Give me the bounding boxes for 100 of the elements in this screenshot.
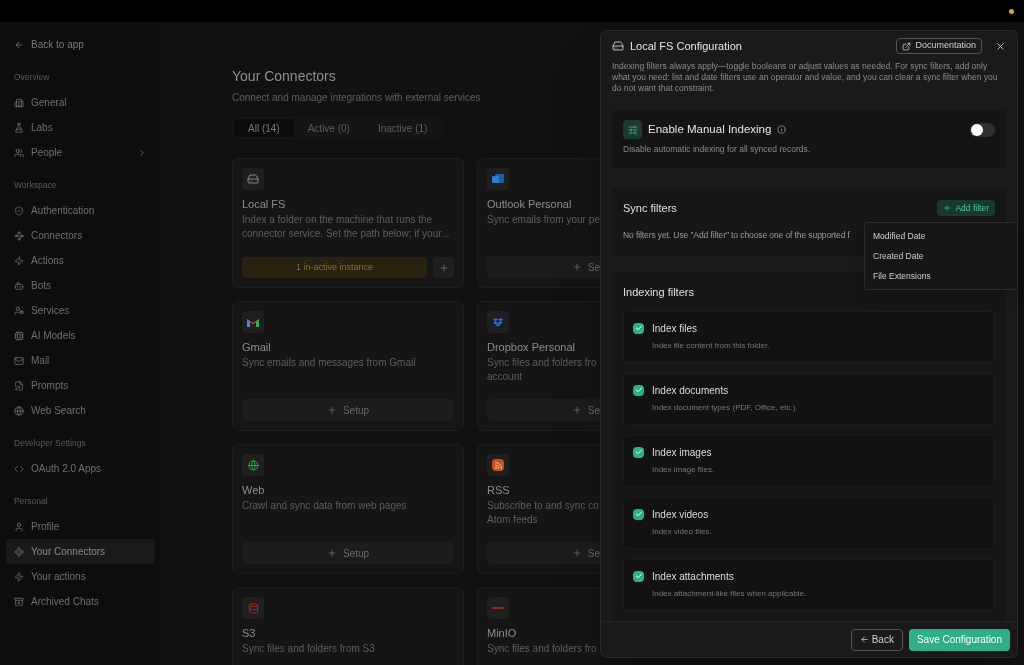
nav-icon [14,147,24,158]
connector-name: RSS [487,483,511,497]
nav-item[interactable]: Connectors [6,223,155,248]
setup-button[interactable]: Setup [242,399,454,421]
dialog-description: Indexing filters always apply—toggle booleans or adjust values as needed. For sync filters, add only what you need: list and date filters use an operator and value, and you can clear a sync filter when you do not want that constraint. [612,61,999,94]
setting-title: Enable Manual Indexing [648,121,772,137]
back-button[interactable]: Back [850,628,903,651]
nav-icon [14,546,24,557]
checkbox[interactable] [633,384,644,396]
nav-item[interactable]: Profile [6,514,155,539]
nav-item[interactable]: Prompts [6,373,155,398]
menu-item[interactable]: File Extensions [865,266,1017,286]
connector-name: Local FS [242,197,287,211]
nav-item[interactable]: Archived Chats [6,589,155,614]
connector-name: Gmail [242,340,272,354]
nav-item[interactable]: Bots [6,273,155,298]
info-icon [777,125,787,134]
section-heading: Developer Settings [13,437,87,451]
instance-status[interactable]: 1 in-active instance [242,257,427,278]
checkbox[interactable] [633,508,644,520]
nav-item[interactable]: General [6,90,155,115]
checkbox[interactable] [633,322,644,334]
box-icon [493,317,503,327]
connector-card[interactable]: MinIO Sync files and folders fro [477,587,600,665]
nav-icon [14,305,24,316]
filter-tab[interactable]: All (14) [234,119,294,137]
section-heading: Workspace [13,179,58,193]
option-description: Index image files. [652,463,716,476]
nav-item[interactable]: Your Connectors [6,539,155,564]
nav-icon [14,205,24,216]
plus-icon [326,548,337,558]
connector-card[interactable]: Local FS Index a folder on the machine that runs the connector service. Set the path below; if your... 1 in-active instance [232,158,464,288]
documentation-button[interactable]: Documentation [896,38,982,54]
nav-icon [14,230,24,241]
envelope-icon [247,317,259,327]
filter-tab[interactable]: Active (0) [293,119,364,137]
section-heading: Personal [13,495,49,509]
option-description: Index attachment-like files when applicable. [652,587,808,600]
option-label: Index documents [652,383,729,398]
page-subtitle: Connect and manage integrations with external services [232,91,482,105]
checkbox[interactable] [633,446,644,458]
save-button[interactable]: Save Configuration [908,628,1010,651]
nav-icon [14,380,24,391]
connector-description: connector service. Set the path below; if your... [242,227,451,241]
menu-item[interactable]: Modified Date [865,226,1017,246]
section-heading: Overview [13,71,51,85]
connector-description: account [487,370,524,384]
external-link-icon [902,41,912,51]
drive-icon [612,40,624,52]
menu-item[interactable]: Created Date [865,246,1017,266]
nav-item[interactable]: Labs [6,115,155,140]
nav-item[interactable]: Web Search [6,398,155,423]
add-filter-button[interactable]: Add filter [937,200,995,217]
connector-name: MinIO [487,626,518,640]
connector-description: Sync emails and messages from Gmail [242,356,417,370]
nav-icon [14,255,24,266]
option-label: Index images [652,445,712,460]
nav-item[interactable]: AI Models [6,323,155,348]
setup-button[interactable]: Se [487,399,600,421]
nav-item[interactable]: Your actions [6,564,155,589]
connector-card[interactable]: RSS Subscribe to and sync co Atom feeds Se [477,444,600,574]
nav-item[interactable]: OAuth 2.0 Apps [6,456,155,481]
empty-filters-text: No filters yet. Use "Add filter" to choose one of the supported f [623,228,850,242]
connector-card[interactable]: Web Crawl and sync data from web pages Setup [232,444,464,574]
connector-card[interactable]: S3 Sync files and folders from S3 [232,587,464,665]
connector-description: Atom feeds [487,513,539,527]
drive-icon [247,173,259,185]
nav-icon [14,122,24,133]
plus-icon [326,405,337,415]
mail-app-icon [492,174,504,184]
nav-item[interactable]: Actions [6,248,155,273]
checkbox[interactable] [633,570,644,582]
filter-tab[interactable]: Inactive (1) [363,119,442,137]
nav-item[interactable]: Mail [6,348,155,373]
nav-icon [14,280,24,291]
dialog-title: Local FS Configuration [630,38,742,54]
nav-icon [14,463,24,474]
connector-name: Dropbox Personal [487,340,577,354]
setup-button[interactable]: Se [487,256,600,278]
nav-item[interactable]: People [6,140,155,165]
back-link[interactable]: Back to app [6,32,155,57]
connector-name: S3 [242,626,257,640]
nav-icon [14,521,24,532]
close-button[interactable] [994,40,1006,52]
section-title: Sync filters [623,201,677,216]
nav-item[interactable]: Authentication [6,198,155,223]
bucket-icon [247,602,259,614]
connector-card[interactable]: Gmail Sync emails and messages from Gmail Setup [232,301,464,431]
nav-icon [14,405,24,416]
section-title: Indexing filters [623,285,695,300]
setup-button[interactable]: Se [487,542,600,564]
nav-icon [14,355,24,366]
connector-card[interactable]: Dropbox Personal Sync files and folders fro account Se [477,301,600,431]
connector-description: Sync files and folders from S3 [242,642,376,656]
globe-icon [247,459,259,471]
setup-button[interactable]: Setup [242,542,454,564]
toggle-switch[interactable] [970,122,995,137]
connector-card[interactable]: Outlook Personal Sync emails from your pe Se [477,158,600,288]
nav-item[interactable]: Services [6,298,155,323]
chevron-icon [137,147,147,158]
